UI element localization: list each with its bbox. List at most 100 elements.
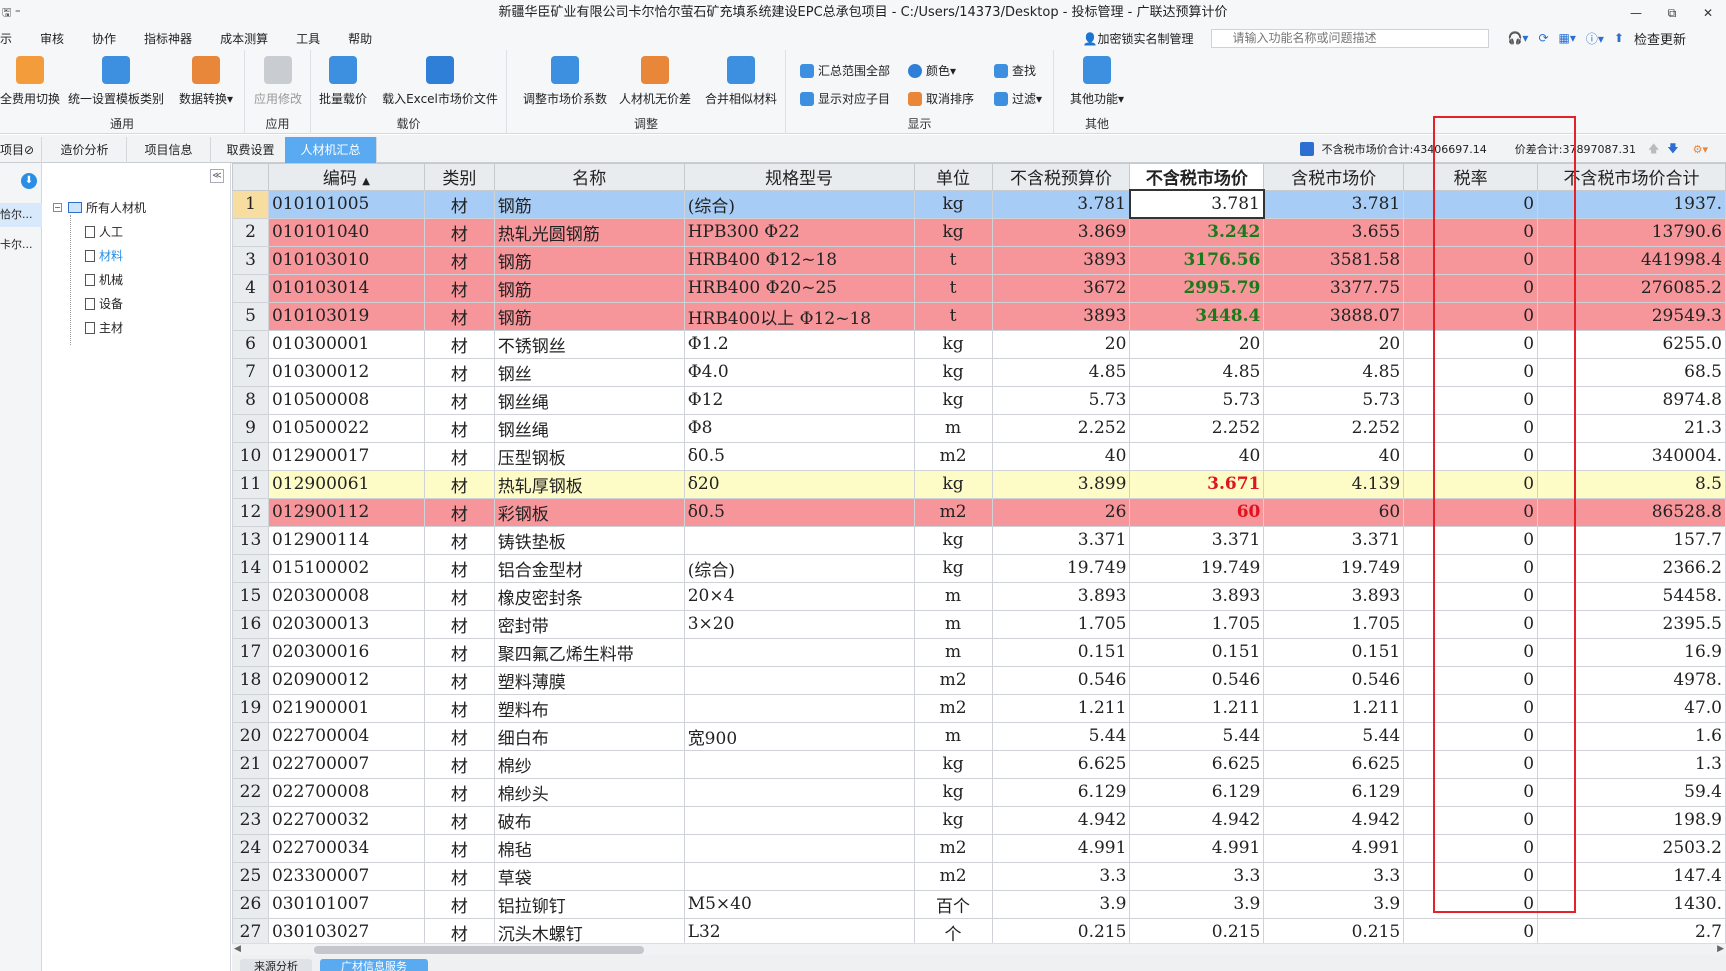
cell-spec[interactable]: 宽900 — [683, 721, 915, 751]
cell-budget-price[interactable]: 3.869 — [991, 217, 1131, 247]
cell-spec[interactable]: L32 — [683, 917, 915, 943]
cell-name[interactable]: 细白布 — [493, 721, 685, 751]
cell-unit[interactable]: 百个 — [913, 889, 993, 919]
row-number[interactable]: 20 — [232, 721, 269, 751]
menu-item-help[interactable]: 帮助 — [334, 30, 386, 47]
cell-name[interactable]: 铝拉铆钉 — [493, 889, 685, 919]
cell-tax-market-price[interactable]: 1.705 — [1263, 609, 1405, 639]
cell-category[interactable]: 材 — [423, 301, 495, 331]
cell-name[interactable]: 钢丝 — [493, 357, 685, 387]
cell-code[interactable]: 030101007 — [267, 889, 425, 919]
close-button[interactable]: ✕ — [1690, 0, 1726, 26]
cancel-sort-button[interactable]: 取消排序 — [908, 90, 974, 107]
cell-budget-price[interactable]: 2.252 — [991, 413, 1131, 443]
row-number[interactable]: 12 — [232, 497, 269, 527]
cell-tax-market-price[interactable]: 6.129 — [1263, 777, 1405, 807]
cell-market-price[interactable]: 1.705 — [1129, 609, 1265, 639]
data-convert-button[interactable]: 数据转换▾ — [174, 56, 238, 107]
cell-market-price[interactable]: 2.252 — [1129, 413, 1265, 443]
cell-code[interactable]: 021900001 — [267, 693, 425, 723]
col-spec[interactable]: 规格型号 — [683, 163, 915, 191]
cell-spec[interactable] — [683, 833, 915, 863]
cell-code[interactable]: 022700004 — [267, 721, 425, 751]
cell-tax-market-price[interactable]: 19.749 — [1263, 553, 1405, 583]
merge-similar-button[interactable]: 合并相似材料 — [701, 56, 781, 107]
tab-project-info[interactable]: 项目信息 — [127, 137, 211, 163]
cell-budget-price[interactable]: 3.3 — [991, 861, 1131, 891]
cell-category[interactable]: 材 — [423, 693, 495, 723]
cell-tax-market-price[interactable]: 0.546 — [1263, 665, 1405, 695]
cell-spec[interactable]: δ20 — [683, 469, 915, 499]
cell-market-price[interactable]: 60 — [1129, 497, 1265, 527]
cell-unit[interactable]: kg — [913, 329, 993, 359]
cell-unit[interactable]: t — [913, 301, 993, 331]
cell-spec[interactable]: M5×40 — [683, 889, 915, 919]
row-number[interactable]: 14 — [232, 553, 269, 583]
cell-spec[interactable]: Φ1.2 — [683, 329, 915, 359]
row-number[interactable]: 13 — [232, 525, 269, 555]
tree-item-material[interactable]: 材料 — [85, 247, 123, 264]
cell-category[interactable]: 材 — [423, 525, 495, 555]
row-number[interactable]: 26 — [232, 889, 269, 919]
cell-market-price[interactable]: 4.991 — [1129, 833, 1265, 863]
cell-category[interactable]: 材 — [423, 665, 495, 695]
tab-project[interactable]: 项目⊘ — [0, 137, 42, 163]
restore-button[interactable]: ⧉ — [1654, 0, 1690, 26]
batch-price-button[interactable]: 批量载价 — [313, 56, 373, 107]
find-button[interactable]: 查找 — [994, 62, 1036, 79]
row-number[interactable]: 17 — [232, 637, 269, 667]
cell-name[interactable]: 沉头木螺钉 — [493, 917, 685, 943]
cell-spec[interactable]: Φ4.0 — [683, 357, 915, 387]
cell-unit[interactable]: m — [913, 609, 993, 639]
cell-spec[interactable] — [683, 749, 915, 779]
cell-name[interactable]: 棉纱头 — [493, 777, 685, 807]
row-number[interactable]: 19 — [232, 693, 269, 723]
cell-budget-price[interactable]: 20 — [991, 329, 1131, 359]
cell-name[interactable]: 不锈钢丝 — [493, 329, 685, 359]
cell-tax-market-price[interactable]: 3.781 — [1263, 189, 1405, 219]
cell-name[interactable]: 热轧厚钢板 — [493, 469, 685, 499]
cell-tax-market-price[interactable]: 4.85 — [1263, 357, 1405, 387]
cell-unit[interactable]: m2 — [913, 861, 993, 891]
minimize-button[interactable]: — — [1618, 0, 1654, 26]
cell-code[interactable]: 023300007 — [267, 861, 425, 891]
cell-tax-market-price[interactable]: 0.151 — [1263, 637, 1405, 667]
cell-budget-price[interactable]: 3.371 — [991, 525, 1131, 555]
row-number[interactable]: 16 — [232, 609, 269, 639]
cell-name[interactable]: 钢丝绳 — [493, 385, 685, 415]
template-category-button[interactable]: 统一设置模板类别 — [66, 56, 166, 107]
cell-unit[interactable]: kg — [913, 553, 993, 583]
cell-unit[interactable]: m2 — [913, 665, 993, 695]
settings-icon[interactable]: ⚙▾ — [1693, 143, 1708, 156]
cell-code[interactable]: 020300016 — [267, 637, 425, 667]
cell-budget-price[interactable]: 4.991 — [991, 833, 1131, 863]
cell-budget-price[interactable]: 3.893 — [991, 581, 1131, 611]
cell-spec[interactable] — [683, 637, 915, 667]
row-number[interactable]: 27 — [232, 917, 269, 943]
cell-market-price[interactable]: 2995.79 — [1129, 273, 1265, 303]
cell-unit[interactable]: m — [913, 413, 993, 443]
cell-code[interactable]: 010103010 — [267, 245, 425, 275]
cell-category[interactable]: 材 — [423, 273, 495, 303]
cell-category[interactable]: 材 — [423, 833, 495, 863]
cell-unit[interactable]: m2 — [913, 441, 993, 471]
cell-code[interactable]: 010500022 — [267, 413, 425, 443]
cell-category[interactable]: 材 — [423, 581, 495, 611]
cell-unit[interactable]: kg — [913, 525, 993, 555]
cell-code[interactable]: 022700008 — [267, 777, 425, 807]
menu-item-cost[interactable]: 成本测算 — [206, 30, 282, 47]
cell-market-total[interactable]: 2.7 — [1537, 917, 1726, 943]
cell-unit[interactable]: t — [913, 273, 993, 303]
cell-name[interactable]: 草袋 — [493, 861, 685, 891]
row-number[interactable]: 9 — [232, 413, 269, 443]
no-price-diff-button[interactable]: 人材机无价差 — [615, 56, 695, 107]
cell-unit[interactable]: kg — [913, 189, 993, 219]
quick-access-icon[interactable]: 🖫 ⁼ — [0, 0, 21, 26]
cell-name[interactable]: 棉纱 — [493, 749, 685, 779]
cell-budget-price[interactable]: 3.781 — [991, 189, 1131, 219]
cell-unit[interactable]: m2 — [913, 497, 993, 527]
cell-name[interactable]: 彩钢板 — [493, 497, 685, 527]
row-number[interactable]: 4 — [232, 273, 269, 303]
apps-icon[interactable]: ▦▾ — [1559, 31, 1576, 45]
show-sub-items-button[interactable]: 显示对应子目 — [800, 90, 890, 107]
